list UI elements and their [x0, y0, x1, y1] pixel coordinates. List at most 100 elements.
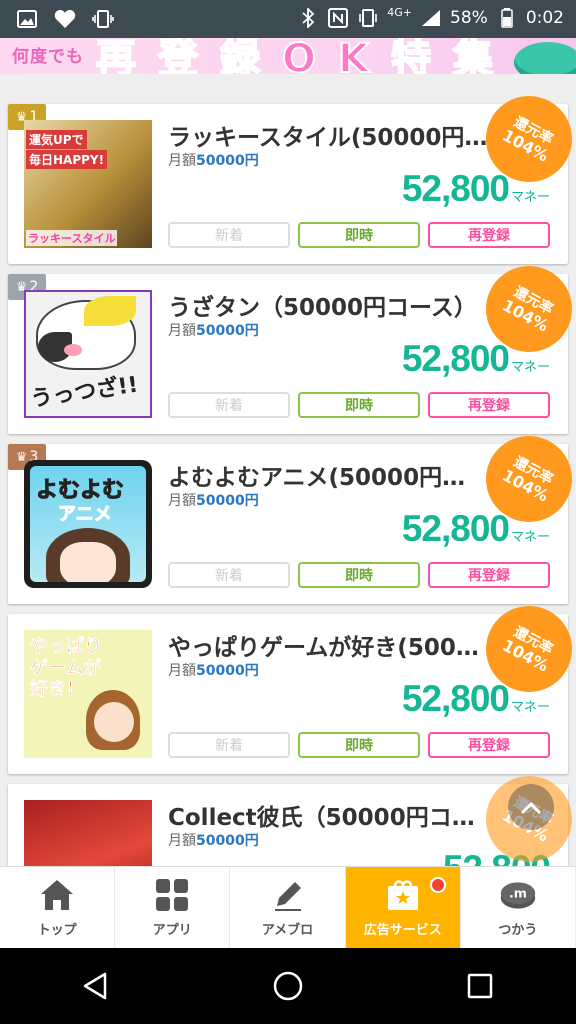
- chevron-up-icon: [520, 792, 542, 822]
- app-thumbnail[interactable]: やっぱり ゲームが 好き！: [24, 630, 152, 758]
- tag-reregister: 再登録: [428, 222, 550, 248]
- nav-item-top[interactable]: トップ: [0, 867, 116, 948]
- app-thumbnail[interactable]: うっつざ!!: [24, 290, 152, 418]
- image-notification-icon: [16, 8, 38, 30]
- monthly-label: 月額: [168, 153, 196, 169]
- monthly-label: 月額: [168, 663, 196, 679]
- thumb-text: ゲームが: [30, 657, 102, 679]
- banner-small-text: 何度でも: [12, 47, 84, 67]
- offer-card[interactable]: ♛ 3 よむよむ アニメ よむよむアニメ(50000円コース) 月額50000円…: [8, 420, 576, 604]
- reward-value: 52,800: [401, 338, 510, 379]
- nav-item-use[interactable]: .m つかう: [461, 867, 576, 948]
- monthly-price: 月額50000円: [168, 150, 259, 170]
- offer-card[interactable]: Collect彼氏（50000円コース） 月額50000円 52,800 還元率…: [8, 760, 576, 866]
- nav-label: 広告サービス: [363, 923, 442, 938]
- nav-label: つかう: [498, 923, 538, 938]
- offer-card[interactable]: やっぱり ゲームが 好き！ やっぱりゲームが好き(50000円コース) 月額50…: [8, 590, 576, 774]
- tag-instant: 即時: [298, 392, 420, 418]
- tag-new: 新着: [168, 562, 290, 588]
- home-button[interactable]: [258, 956, 318, 1016]
- offer-card[interactable]: ♛ 1 運気UPで 毎日HAPPY! ラッキースタイル ラッキースタイル(500…: [8, 80, 576, 264]
- reward-unit: マネー: [510, 190, 550, 205]
- bluetooth-icon: [297, 7, 319, 29]
- app-offer-list[interactable]: ♛ 1 運気UPで 毎日HAPPY! ラッキースタイル ラッキースタイル(500…: [0, 74, 576, 866]
- thumb-text: 運気UPで: [26, 130, 87, 149]
- thumb-text: 好き！: [30, 679, 85, 701]
- crest-shape: [84, 296, 136, 326]
- tag-row: 新着 即時 再登録: [168, 732, 550, 758]
- reward-unit: マネー: [510, 700, 550, 715]
- tag-row: 新着 即時 再登録: [168, 562, 550, 588]
- monthly-amount: 50000円: [196, 493, 259, 509]
- thumb-art: よむよむ アニメ: [30, 466, 146, 582]
- app-title[interactable]: Collect彼氏（50000円コース）: [168, 798, 488, 832]
- campaign-banner[interactable]: 何度でも 再登録OK特集: [0, 38, 576, 74]
- monthly-price: 月額50000円: [168, 830, 259, 850]
- scroll-to-top-button[interactable]: [508, 784, 554, 830]
- vibrate-mode-icon: [357, 7, 379, 29]
- system-navigation-bar: [0, 948, 576, 1024]
- thumb-text: アニメ: [58, 504, 113, 526]
- tag-instant: 即時: [298, 732, 420, 758]
- tag-new: 新着: [168, 222, 290, 248]
- monthly-amount: 50000円: [196, 323, 259, 339]
- character-face: [94, 702, 134, 742]
- nfc-icon: [327, 7, 349, 29]
- monthly-amount: 50000円: [196, 663, 259, 679]
- nav-label: アメブロ: [261, 923, 314, 938]
- thumb-text: うっつざ!!: [29, 372, 140, 413]
- monthly-price: 月額50000円: [168, 660, 259, 680]
- tag-row: 新着 即時 再登録: [168, 392, 550, 418]
- tag-reregister: 再登録: [428, 732, 550, 758]
- monthly-price: 月額50000円: [168, 490, 259, 510]
- tag-row: 新着 即時 再登録: [168, 222, 550, 248]
- thumb-text: 毎日HAPPY!: [26, 150, 108, 169]
- reward-unit: マネー: [510, 530, 550, 545]
- app-title[interactable]: ラッキースタイル(50000円コース): [168, 118, 488, 152]
- monthly-label: 月額: [168, 493, 196, 509]
- monthly-amount: 50000円: [196, 153, 259, 169]
- apps-grid-icon: [153, 877, 191, 913]
- reward-value: 52,800: [401, 508, 510, 549]
- character-face: [60, 542, 116, 582]
- reward-value: 52,800: [401, 678, 510, 719]
- tag-instant: 即時: [298, 222, 420, 248]
- money-coin-icon: .m: [499, 877, 537, 913]
- status-bar: 4G+ 58% 0:02: [0, 0, 576, 38]
- offer-card[interactable]: ♛ 2 うっつざ!! うざタン（50000円コース） 月額50000円 52,8…: [8, 250, 576, 434]
- reward-unit: マネー: [510, 360, 550, 375]
- tag-instant: 即時: [298, 562, 420, 588]
- app-title[interactable]: うざタン（50000円コース）: [168, 288, 488, 322]
- battery-percent: 58%: [450, 8, 488, 28]
- clock: 0:02: [525, 8, 564, 28]
- app-title[interactable]: よむよむアニメ(50000円コース): [168, 458, 488, 492]
- monthly-price: 月額50000円: [168, 320, 259, 340]
- nav-item-ameblo[interactable]: アメブロ: [230, 867, 346, 948]
- gift-box-icon: [384, 877, 422, 913]
- app-thumbnail[interactable]: よむよむ アニメ: [24, 460, 152, 588]
- recent-apps-button[interactable]: [450, 956, 510, 1016]
- banner-title: 再登録OK特集: [95, 38, 515, 74]
- tag-new: 新着: [168, 732, 290, 758]
- app-thumbnail[interactable]: 運気UPで 毎日HAPPY! ラッキースタイル: [24, 120, 152, 248]
- nav-item-ad-service[interactable]: 広告サービス: [345, 867, 461, 948]
- thumb-caption: やっぱり ゲームが 好き！: [30, 636, 103, 701]
- tag-reregister: 再登録: [428, 562, 550, 588]
- tongue-shape: [64, 344, 82, 356]
- signal-icon: [420, 7, 442, 29]
- thumb-text: ラッキースタイル: [26, 230, 118, 246]
- svg-text:.m: .m: [509, 886, 527, 901]
- heart-icon: [54, 8, 76, 30]
- home-icon: [38, 877, 76, 913]
- app-thumbnail[interactable]: [24, 800, 152, 866]
- crown-icon: ♛: [15, 449, 28, 465]
- monthly-label: 月額: [168, 833, 196, 849]
- nav-item-apps[interactable]: アプリ: [115, 867, 231, 948]
- tag-reregister: 再登録: [428, 392, 550, 418]
- monthly-amount: 50000円: [196, 833, 259, 849]
- app-title[interactable]: やっぱりゲームが好き(50000円コース): [168, 628, 488, 662]
- battery-icon: [496, 7, 518, 29]
- tag-new: 新着: [168, 392, 290, 418]
- notification-badge: [429, 877, 446, 893]
- back-button[interactable]: [66, 956, 126, 1016]
